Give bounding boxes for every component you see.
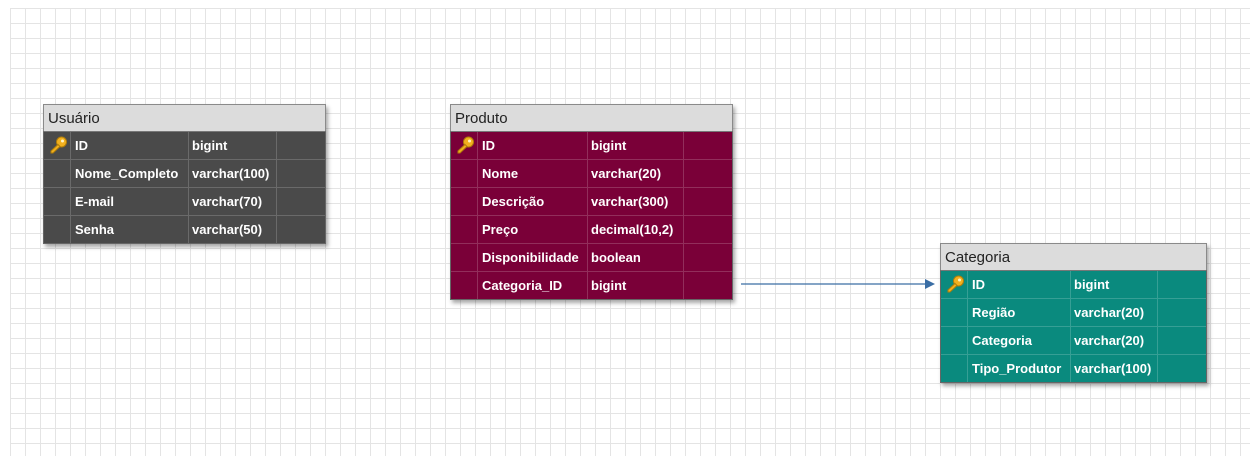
- column-row[interactable]: Nome_Completo varchar(100): [44, 159, 325, 187]
- column-row[interactable]: Região varchar(20): [941, 298, 1206, 326]
- key-icon: [947, 275, 964, 293]
- column-row[interactable]: Categoria varchar(20): [941, 326, 1206, 354]
- column-extra: [276, 132, 325, 159]
- key-cell: [451, 188, 477, 215]
- key-cell: [451, 272, 477, 299]
- key-cell: [44, 160, 70, 187]
- column-row[interactable]: Disponibilidade boolean: [451, 243, 732, 271]
- column-name: ID: [967, 271, 1070, 298]
- column-row[interactable]: ID bigint: [451, 132, 732, 159]
- entity-categoria[interactable]: Categoria ID bigint Região varchar(20) C…: [940, 243, 1207, 383]
- key-cell: [941, 299, 967, 326]
- column-extra: [683, 132, 732, 159]
- column-extra: [683, 216, 732, 243]
- column-name: Nome_Completo: [70, 160, 188, 187]
- column-row[interactable]: E-mail varchar(70): [44, 187, 325, 215]
- entity-usuario[interactable]: Usuário ID bigint Nome_Completo varchar(…: [43, 104, 326, 244]
- column-type: varchar(70): [188, 188, 276, 215]
- column-extra: [1157, 355, 1206, 382]
- column-type: decimal(10,2): [587, 216, 683, 243]
- key-cell: [451, 244, 477, 271]
- key-cell: [451, 160, 477, 187]
- column-row[interactable]: ID bigint: [44, 132, 325, 159]
- column-type: boolean: [587, 244, 683, 271]
- column-name: ID: [477, 132, 587, 159]
- column-type: varchar(100): [188, 160, 276, 187]
- entity-title[interactable]: Usuário: [43, 104, 326, 131]
- column-name: Categoria_ID: [477, 272, 587, 299]
- column-row[interactable]: Tipo_Produtor varchar(100): [941, 354, 1206, 382]
- column-type: bigint: [587, 132, 683, 159]
- key-cell: [44, 132, 70, 159]
- column-name: Região: [967, 299, 1070, 326]
- column-row[interactable]: Nome varchar(20): [451, 159, 732, 187]
- key-cell: [451, 132, 477, 159]
- column-row[interactable]: Categoria_ID bigint: [451, 271, 732, 299]
- entity-columns: ID bigint Nome varchar(20) Descrição var…: [450, 131, 733, 300]
- column-name: Disponibilidade: [477, 244, 587, 271]
- key-cell: [941, 271, 967, 298]
- column-extra: [1157, 327, 1206, 354]
- entity-produto[interactable]: Produto ID bigint Nome varchar(20) Descr…: [450, 104, 733, 300]
- column-row[interactable]: Preço decimal(10,2): [451, 215, 732, 243]
- column-extra: [683, 272, 732, 299]
- column-name: Categoria: [967, 327, 1070, 354]
- column-extra: [276, 188, 325, 215]
- key-cell: [44, 188, 70, 215]
- column-extra: [1157, 299, 1206, 326]
- column-name: Nome: [477, 160, 587, 187]
- column-type: bigint: [587, 272, 683, 299]
- column-extra: [683, 188, 732, 215]
- column-extra: [276, 216, 325, 243]
- column-row[interactable]: ID bigint: [941, 271, 1206, 298]
- entity-columns: ID bigint Nome_Completo varchar(100) E-m…: [43, 131, 326, 244]
- column-name: Descrição: [477, 188, 587, 215]
- entity-title[interactable]: Produto: [450, 104, 733, 131]
- column-type: varchar(20): [1070, 327, 1157, 354]
- column-extra: [683, 244, 732, 271]
- column-type: bigint: [1070, 271, 1157, 298]
- key-icon: [457, 136, 474, 154]
- column-type: varchar(100): [1070, 355, 1157, 382]
- column-extra: [683, 160, 732, 187]
- column-row[interactable]: Descrição varchar(300): [451, 187, 732, 215]
- key-cell: [451, 216, 477, 243]
- column-type: varchar(300): [587, 188, 683, 215]
- entity-columns: ID bigint Região varchar(20) Categoria v…: [940, 270, 1207, 383]
- column-type: varchar(50): [188, 216, 276, 243]
- column-name: Preço: [477, 216, 587, 243]
- entity-title[interactable]: Categoria: [940, 243, 1207, 270]
- column-name: ID: [70, 132, 188, 159]
- column-row[interactable]: Senha varchar(50): [44, 215, 325, 243]
- column-name: E-mail: [70, 188, 188, 215]
- column-name: Tipo_Produtor: [967, 355, 1070, 382]
- key-cell: [941, 327, 967, 354]
- column-extra: [276, 160, 325, 187]
- key-cell: [44, 216, 70, 243]
- column-type: varchar(20): [587, 160, 683, 187]
- column-type: varchar(20): [1070, 299, 1157, 326]
- key-cell: [941, 355, 967, 382]
- column-name: Senha: [70, 216, 188, 243]
- key-icon: [50, 136, 67, 154]
- column-type: bigint: [188, 132, 276, 159]
- arrow-right-icon: [925, 279, 935, 289]
- column-extra: [1157, 271, 1206, 298]
